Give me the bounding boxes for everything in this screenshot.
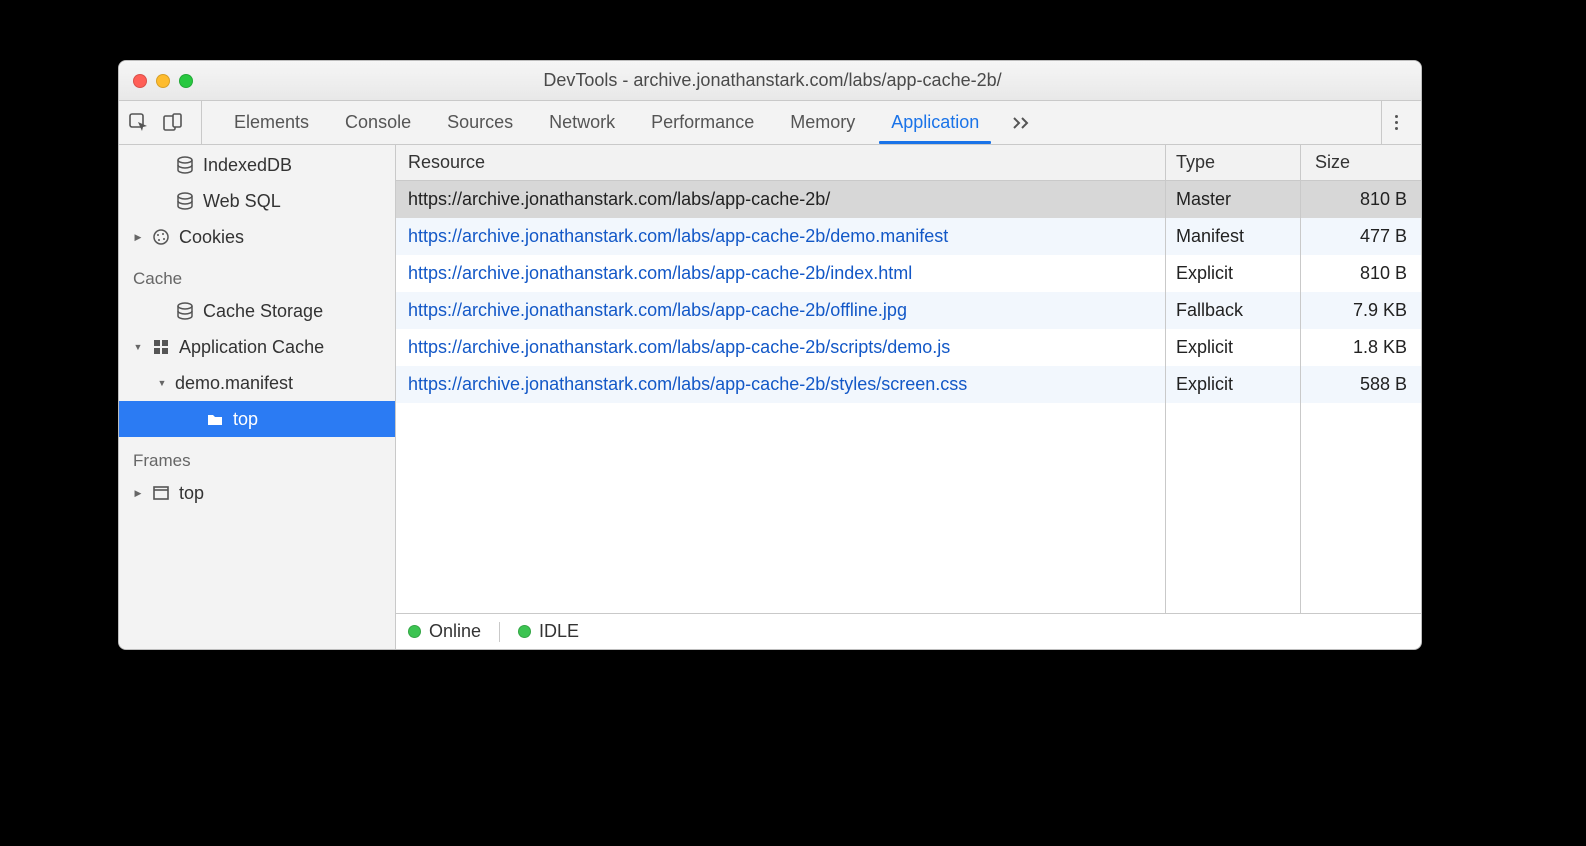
col-header-size[interactable]: Size [1301, 145, 1421, 180]
chevron-down-icon [157, 377, 167, 389]
cell-resource: https://archive.jonathanstark.com/labs/a… [396, 181, 1166, 218]
sidebar-item-websql[interactable]: Web SQL [119, 183, 395, 219]
table-fill [396, 403, 1421, 613]
table-row[interactable]: https://archive.jonathanstark.com/labs/a… [396, 292, 1421, 329]
cell-type: Explicit [1166, 366, 1301, 403]
inspect-element-icon[interactable] [129, 113, 149, 133]
led-icon [408, 625, 421, 638]
sidebar-item-label: top [233, 409, 258, 430]
device-toolbar-icon[interactable] [163, 113, 183, 133]
sidebar-item-label: Application Cache [179, 337, 324, 358]
table-body: https://archive.jonathanstark.com/labs/a… [396, 181, 1421, 403]
more-options-icon[interactable] [1381, 101, 1411, 144]
cell-resource: https://archive.jonathanstark.com/labs/a… [396, 218, 1166, 255]
tab-performance[interactable]: Performance [633, 101, 772, 144]
window-title: DevTools - archive.jonathanstark.com/lab… [138, 70, 1407, 91]
tab-label: Memory [790, 112, 855, 133]
sidebar-item-cookies[interactable]: Cookies [119, 219, 395, 255]
cell-resource: https://archive.jonathanstark.com/labs/a… [396, 292, 1166, 329]
tab-label: Application [891, 112, 979, 133]
status-online: Online [408, 621, 481, 642]
sidebar-item-label: Cache Storage [203, 301, 323, 322]
database-icon [175, 155, 195, 175]
grid-icon [151, 337, 171, 357]
tab-label: Network [549, 112, 615, 133]
cell-resource: https://archive.jonathanstark.com/labs/a… [396, 329, 1166, 366]
table-row[interactable]: https://archive.jonathanstark.com/labs/a… [396, 218, 1421, 255]
cell-size: 1.8 KB [1301, 329, 1421, 366]
cell-type: Explicit [1166, 329, 1301, 366]
led-icon [518, 625, 531, 638]
tab-network[interactable]: Network [531, 101, 633, 144]
cell-size: 810 B [1301, 255, 1421, 292]
titlebar: DevTools - archive.jonathanstark.com/lab… [119, 61, 1421, 101]
table-row[interactable]: https://archive.jonathanstark.com/labs/a… [396, 181, 1421, 218]
sidebar-item-frame-top[interactable]: top [119, 401, 395, 437]
sidebar-item-label: demo.manifest [175, 373, 293, 394]
chevron-right-icon [133, 231, 143, 243]
sidebar-item-label: IndexedDB [203, 155, 292, 176]
table-row[interactable]: https://archive.jonathanstark.com/labs/a… [396, 366, 1421, 403]
status-idle: IDLE [518, 621, 579, 642]
cell-size: 810 B [1301, 181, 1421, 218]
table-row[interactable]: https://archive.jonathanstark.com/labs/a… [396, 255, 1421, 292]
panel-tabs: Elements Console Sources Network Perform… [216, 101, 1047, 144]
database-icon [175, 191, 195, 211]
status-label: Online [429, 621, 481, 642]
sidebar-item-frames-top[interactable]: top [119, 475, 395, 511]
tab-sources[interactable]: Sources [429, 101, 531, 144]
table-row[interactable]: https://archive.jonathanstark.com/labs/a… [396, 329, 1421, 366]
tab-console[interactable]: Console [327, 101, 429, 144]
cell-type: Fallback [1166, 292, 1301, 329]
sidebar-item-application-cache[interactable]: Application Cache [119, 329, 395, 365]
cell-type: Master [1166, 181, 1301, 218]
cell-size: 477 B [1301, 218, 1421, 255]
main-content: Resource Type Size https://archive.jonat… [396, 145, 1421, 649]
sidebar-item-label: top [179, 483, 204, 504]
chevron-down-icon [133, 341, 143, 353]
tab-memory[interactable]: Memory [772, 101, 873, 144]
sidebar-item-label: Cookies [179, 227, 244, 248]
cookie-icon [151, 227, 171, 247]
cell-size: 588 B [1301, 366, 1421, 403]
cell-resource: https://archive.jonathanstark.com/labs/a… [396, 366, 1166, 403]
tab-label: Console [345, 112, 411, 133]
tabs-overflow-icon[interactable] [997, 101, 1047, 144]
tab-application[interactable]: Application [873, 101, 997, 144]
panel-body: IndexedDB Web SQL Cookies Cache [119, 145, 1421, 649]
col-header-type[interactable]: Type [1166, 145, 1301, 180]
tab-label: Performance [651, 112, 754, 133]
col-header-resource[interactable]: Resource [396, 145, 1166, 180]
table-header: Resource Type Size [396, 145, 1421, 181]
tab-label: Sources [447, 112, 513, 133]
cell-type: Explicit [1166, 255, 1301, 292]
sidebar-item-indexeddb[interactable]: IndexedDB [119, 147, 395, 183]
folder-icon [205, 409, 225, 429]
toolbar: Elements Console Sources Network Perform… [119, 101, 1421, 145]
cell-resource: https://archive.jonathanstark.com/labs/a… [396, 255, 1166, 292]
status-bar: Online IDLE [396, 613, 1421, 649]
cell-type: Manifest [1166, 218, 1301, 255]
sidebar-item-manifest[interactable]: demo.manifest [119, 365, 395, 401]
tab-label: Elements [234, 112, 309, 133]
cell-size: 7.9 KB [1301, 292, 1421, 329]
database-icon [175, 301, 195, 321]
chevron-right-icon [133, 487, 143, 499]
tab-elements[interactable]: Elements [216, 101, 327, 144]
sidebar-item-cache-storage[interactable]: Cache Storage [119, 293, 395, 329]
divider [499, 622, 500, 642]
application-sidebar: IndexedDB Web SQL Cookies Cache [119, 145, 396, 649]
sidebar-section-frames: Frames [119, 437, 395, 475]
resources-table: Resource Type Size https://archive.jonat… [396, 145, 1421, 613]
sidebar-item-label: Web SQL [203, 191, 281, 212]
sidebar-section-cache: Cache [119, 255, 395, 293]
devtools-window: DevTools - archive.jonathanstark.com/lab… [118, 60, 1422, 650]
frame-icon [151, 483, 171, 503]
status-label: IDLE [539, 621, 579, 642]
